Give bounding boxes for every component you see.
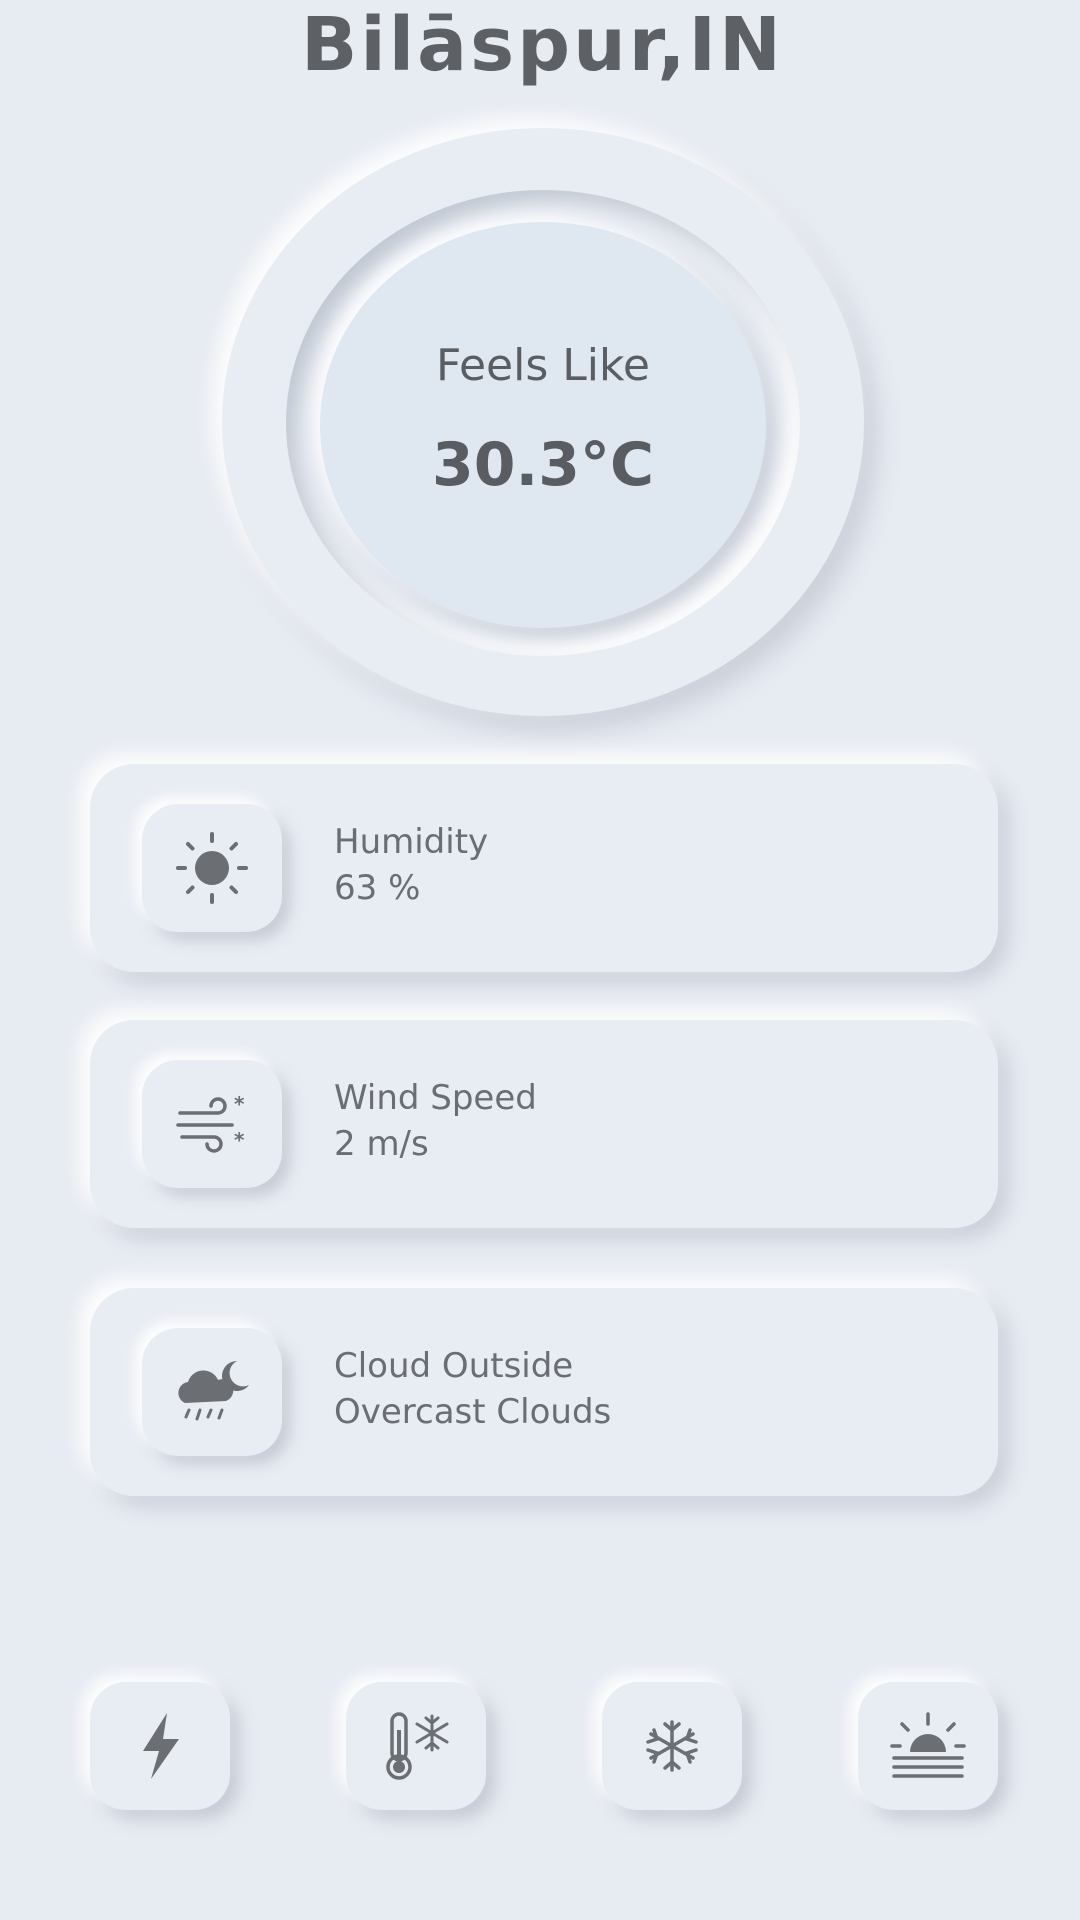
nav-snowflake-button[interactable] <box>602 1682 742 1810</box>
city-title: Bilāspur,IN <box>301 2 784 88</box>
feels-like-dial-face <box>320 222 766 628</box>
cloud-moon-rain-icon <box>178 1361 249 1421</box>
nav-lightning-button[interactable] <box>90 1682 230 1810</box>
wind-icon: * * <box>176 1092 245 1153</box>
feels-like-label: Feels Like <box>436 340 650 391</box>
cloud-value: Overcast Clouds <box>334 1392 612 1432</box>
cloud-label: Cloud Outside <box>334 1346 574 1386</box>
wind-speed-value: 2 m/s <box>334 1124 429 1164</box>
sunrise-icon <box>890 1712 966 1778</box>
feels-like-value: 30.3°C <box>431 430 655 500</box>
svg-text:*: * <box>234 1092 245 1116</box>
nav-temperature-button[interactable] <box>346 1682 486 1810</box>
humidity-value: 63 % <box>334 868 421 908</box>
thermometer-snow-icon <box>386 1712 449 1780</box>
svg-text:*: * <box>234 1128 245 1152</box>
snowflake-icon <box>646 1720 698 1772</box>
wind-speed-card: * * Wind Speed 2 m/s <box>90 1020 998 1228</box>
sun-icon <box>176 832 248 904</box>
cloud-card: Cloud Outside Overcast Clouds <box>90 1288 998 1496</box>
lightning-icon <box>143 1713 179 1779</box>
humidity-icon-tile <box>142 804 282 932</box>
wind-speed-label: Wind Speed <box>334 1078 537 1118</box>
nav-sunrise-button[interactable] <box>858 1682 998 1810</box>
humidity-card: Humidity 63 % <box>90 764 998 972</box>
humidity-label: Humidity <box>334 822 489 862</box>
wind-icon-tile: * * <box>142 1060 282 1188</box>
cloud-icon-tile <box>142 1328 282 1456</box>
